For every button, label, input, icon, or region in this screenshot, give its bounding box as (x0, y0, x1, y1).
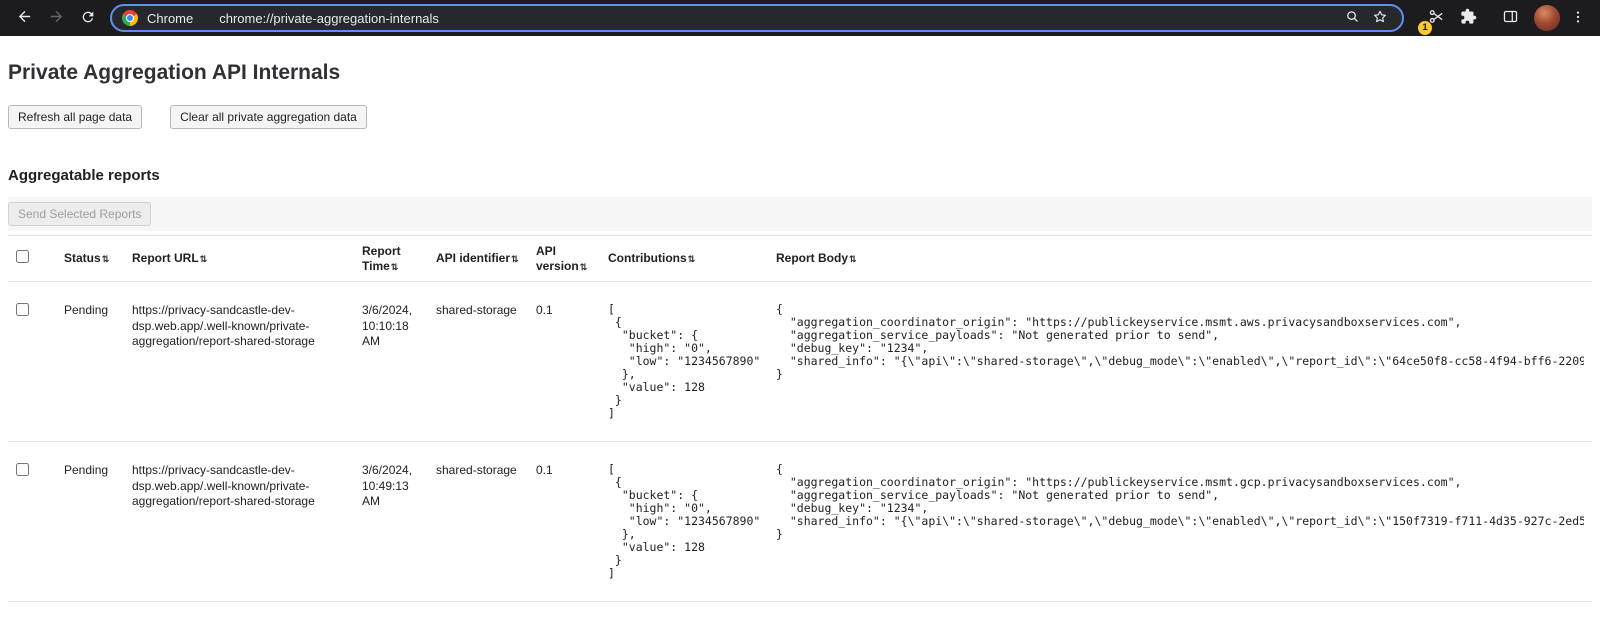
header-report-url[interactable]: Report URL⇅ (124, 236, 354, 282)
api-identifier-cell: shared-storage (428, 442, 528, 602)
refresh-icon (80, 9, 96, 28)
api-version-cell: 0.1 (528, 282, 600, 442)
report-body-json: { "aggregation_coordinator_origin": "htt… (776, 303, 1584, 381)
page-actions: Refresh all page data Clear all private … (8, 105, 1592, 129)
contributions-cell: [ { "bucket": { "high": "0", "low": "123… (600, 282, 768, 442)
api-identifier-cell: shared-storage (428, 282, 528, 442)
header-contributions[interactable]: Contributions⇅ (600, 236, 768, 282)
report-url-cell: https://privacy-sandcastle-dev-dsp.web.a… (124, 442, 354, 602)
forward-arrow-icon (48, 8, 65, 28)
row-select-cell (8, 282, 56, 442)
clear-all-button[interactable]: Clear all private aggregation data (170, 105, 367, 129)
report-body-json: { "aggregation_coordinator_origin": "htt… (776, 463, 1584, 541)
site-label: Chrome (147, 11, 193, 26)
zoom-button[interactable] (1340, 6, 1364, 30)
send-selected-reports-button[interactable]: Send Selected Reports (8, 202, 151, 226)
side-panel-icon (1502, 8, 1519, 28)
section-title: Aggregatable reports (8, 167, 1592, 185)
page-title: Private Aggregation API Internals (8, 60, 1592, 85)
report-body-cell: { "aggregation_coordinator_origin": "htt… (768, 282, 1592, 442)
profile-avatar[interactable] (1534, 5, 1560, 31)
sort-icon: ⇅ (200, 254, 208, 264)
extension-count-badge: 1 (1418, 21, 1432, 35)
sort-icon: ⇅ (688, 254, 696, 264)
report-time-cell: 3/6/2024, 10:49:13 AM (354, 442, 428, 602)
contributions-json: [ { "bucket": { "high": "0", "low": "123… (608, 463, 760, 580)
pinned-extension-button[interactable]: 1 (1422, 4, 1450, 32)
contributions-json: [ { "bucket": { "high": "0", "low": "123… (608, 303, 760, 420)
sort-icon: ⇅ (102, 254, 110, 264)
table-header-row: Status⇅ Report URL⇅ Report Time⇅ API ide… (8, 236, 1592, 282)
header-status[interactable]: Status⇅ (56, 236, 124, 282)
report-url-cell: https://privacy-sandcastle-dev-dsp.web.a… (124, 282, 354, 442)
back-arrow-icon (16, 8, 33, 28)
refresh-button[interactable] (72, 2, 104, 34)
select-all-checkbox[interactable] (16, 250, 29, 263)
report-body-cell: { "aggregation_coordinator_origin": "htt… (768, 442, 1592, 602)
row-checkbox[interactable] (16, 463, 29, 476)
sort-icon: ⇅ (391, 262, 399, 272)
header-api-version[interactable]: API version⇅ (528, 236, 600, 282)
sort-icon: ⇅ (511, 254, 519, 264)
table-row: Pending https://privacy-sandcastle-dev-d… (8, 442, 1592, 602)
browser-topbar: Chrome chrome://private-aggregation-inte… (0, 0, 1600, 36)
side-panel-button[interactable] (1496, 4, 1524, 32)
url-text: chrome://private-aggregation-internals (219, 11, 1340, 26)
header-report-time[interactable]: Report Time⇅ (354, 236, 428, 282)
sort-icon: ⇅ (580, 262, 588, 272)
row-select-cell (8, 442, 56, 602)
reports-toolbar: Send Selected Reports (8, 197, 1592, 231)
page-content: Private Aggregation API Internals Refres… (0, 60, 1600, 602)
extensions-button[interactable] (1454, 4, 1482, 32)
header-report-body[interactable]: Report Body⇅ (768, 236, 1592, 282)
refresh-all-button[interactable]: Refresh all page data (8, 105, 142, 129)
menu-dots-icon (1570, 9, 1586, 28)
address-bar[interactable]: Chrome chrome://private-aggregation-inte… (110, 4, 1404, 32)
select-all-cell (8, 236, 56, 282)
reports-table: Status⇅ Report URL⇅ Report Time⇅ API ide… (8, 235, 1592, 602)
sort-icon: ⇅ (849, 254, 857, 264)
bookmark-star-icon (1372, 9, 1388, 28)
report-time-cell: 3/6/2024, 10:10:18 AM (354, 282, 428, 442)
api-version-cell: 0.1 (528, 442, 600, 602)
back-button[interactable] (8, 2, 40, 34)
extensions-puzzle-icon (1460, 8, 1477, 28)
toolbar-right: 1 (1418, 4, 1592, 32)
browser-menu-button[interactable] (1564, 4, 1592, 32)
table-row: Pending https://privacy-sandcastle-dev-d… (8, 282, 1592, 442)
zoom-magnifier-icon (1345, 9, 1360, 27)
header-api-identifier[interactable]: API identifier⇅ (428, 236, 528, 282)
chrome-logo-icon (122, 10, 138, 26)
status-cell: Pending (56, 442, 124, 602)
contributions-cell: [ { "bucket": { "high": "0", "low": "123… (600, 442, 768, 602)
status-cell: Pending (56, 282, 124, 442)
forward-button[interactable] (40, 2, 72, 34)
bookmark-button[interactable] (1368, 6, 1392, 30)
row-checkbox[interactable] (16, 303, 29, 316)
